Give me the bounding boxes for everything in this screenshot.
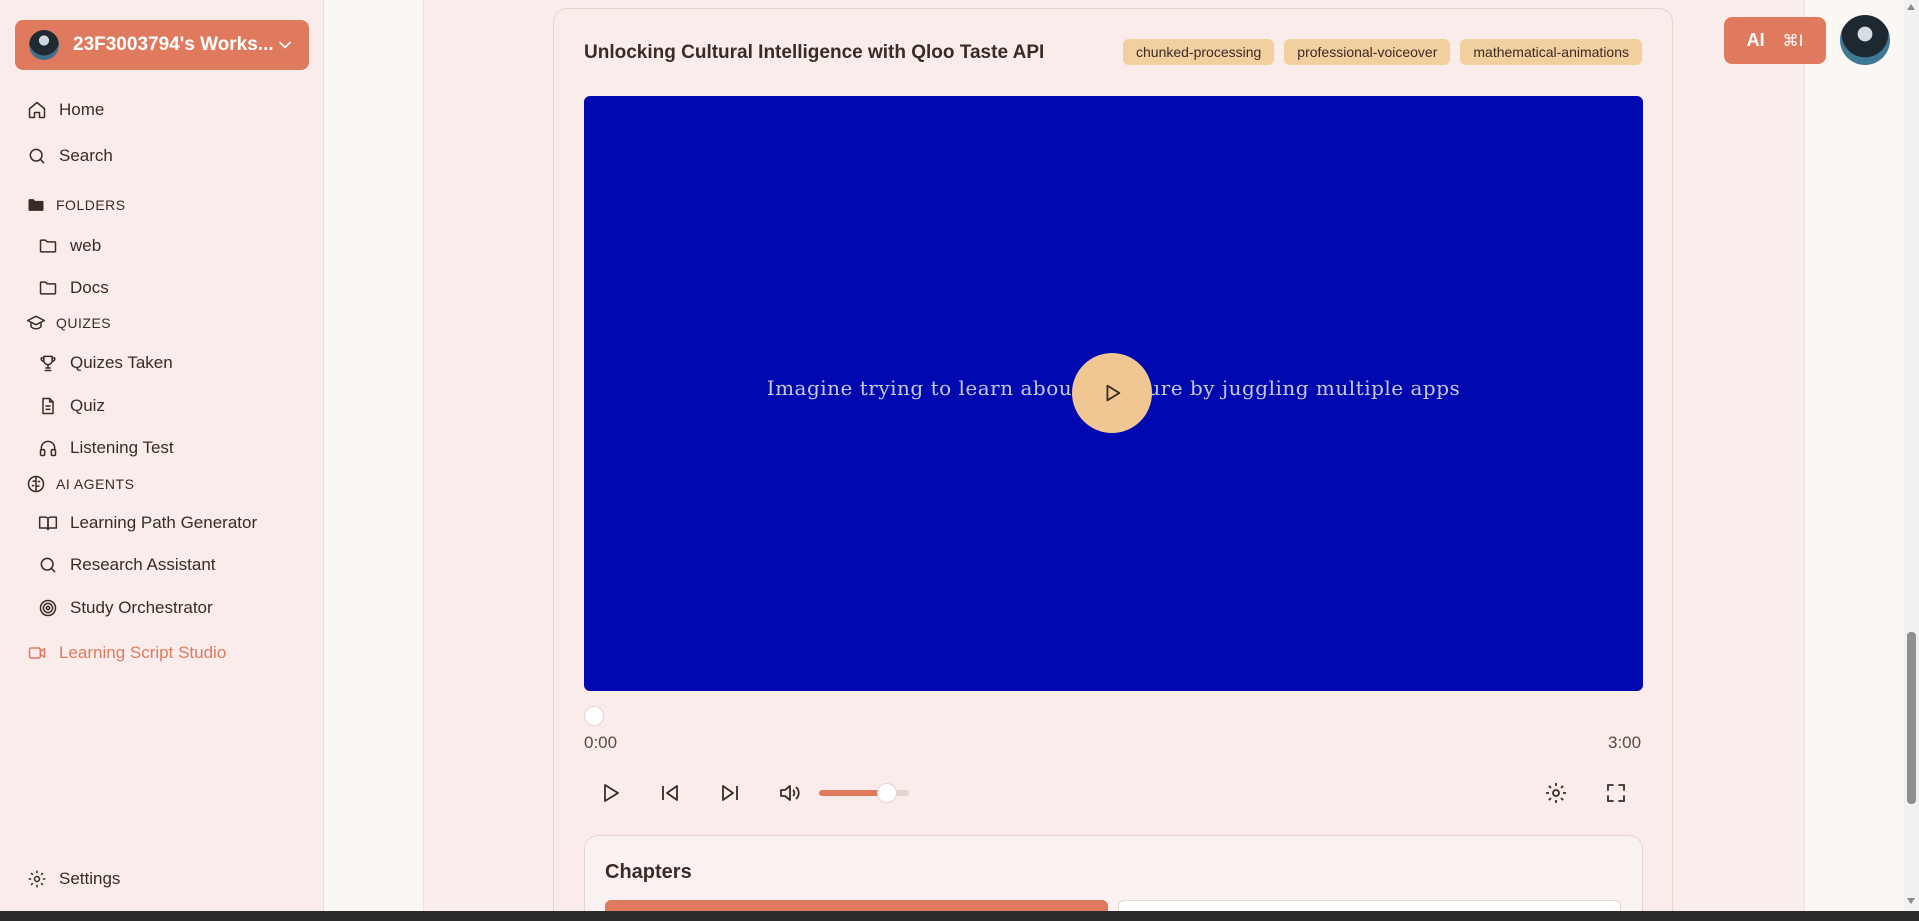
- book-open-icon: [38, 516, 58, 531]
- sidebar-item-label: Home: [59, 100, 105, 119]
- sidebar: 23F3003794's Works... Home Search FOLDER…: [0, 0, 324, 911]
- sidebar-item-listening-test[interactable]: Listening Test: [38, 438, 174, 458]
- folder-icon: [28, 199, 44, 211]
- sidebar-item-folder-docs[interactable]: Docs: [38, 278, 109, 298]
- sidebar-item-quizes-taken[interactable]: Quizes Taken: [38, 353, 173, 373]
- target-icon: [39, 599, 57, 617]
- skip-back-icon[interactable]: [658, 781, 682, 805]
- trophy-icon: [40, 355, 56, 372]
- tag-list: chunked-processing professional-voiceove…: [1123, 39, 1642, 65]
- sidebar-item-settings[interactable]: Settings: [27, 869, 120, 889]
- brain-icon: [27, 475, 45, 493]
- sidebar-item-label: Quiz: [70, 396, 105, 415]
- sidebar-item-label: Listening Test: [70, 438, 174, 457]
- gear-icon[interactable]: [1544, 781, 1568, 805]
- section-label: QUIZES: [56, 315, 112, 331]
- play-overlay-button[interactable]: [1072, 353, 1152, 433]
- sidebar-item-label: Research Assistant: [70, 555, 216, 574]
- left-gutter: [324, 0, 424, 911]
- skip-forward-icon[interactable]: [718, 781, 742, 805]
- workspace-label: 23F3003794's Works...: [73, 34, 274, 55]
- scroll-up-arrow[interactable]: [1907, 4, 1915, 10]
- play-icon[interactable]: [598, 781, 622, 805]
- document-icon: [42, 397, 54, 415]
- ai-assistant-button[interactable]: AI ⌘I: [1724, 17, 1826, 64]
- chevron-down-icon: [279, 41, 291, 49]
- sidebar-item-folder-web[interactable]: web: [38, 236, 101, 256]
- sidebar-item-study-orchestrator[interactable]: Study Orchestrator: [38, 598, 213, 618]
- folder-outline-icon: [39, 281, 57, 295]
- current-time: 0:00: [584, 733, 618, 752]
- video-camera-icon: [28, 647, 46, 659]
- gear-icon: [28, 870, 46, 888]
- tag-badge: professional-voiceover: [1284, 39, 1451, 65]
- sidebar-item-label: Study Orchestrator: [70, 598, 213, 617]
- chapters-title: Chapters: [605, 861, 692, 883]
- video-player[interactable]: Imagine trying to learn about a culture …: [584, 96, 1643, 691]
- tag-badge: chunked-processing: [1123, 39, 1275, 65]
- search-icon: [40, 557, 56, 573]
- taskbar-strip: [0, 911, 1919, 921]
- sidebar-item-label: web: [70, 236, 102, 255]
- video-title: Unlocking Cultural Intelligence with Qlo…: [584, 42, 1045, 63]
- sidebar-item-label: Search: [59, 146, 113, 165]
- section-label: AI AGENTS: [56, 476, 135, 492]
- sidebar-item-learning-script-studio[interactable]: Learning Script Studio: [27, 643, 226, 663]
- workspace-switcher[interactable]: 23F3003794's Works...: [15, 20, 309, 70]
- volume-icon[interactable]: [777, 781, 801, 805]
- scroll-down-arrow[interactable]: [1907, 898, 1915, 904]
- duration-time: 3:00: [1608, 733, 1642, 752]
- folder-outline-icon: [39, 239, 57, 253]
- fullscreen-icon[interactable]: [1604, 781, 1628, 805]
- workspace-avatar: [29, 30, 59, 60]
- chapters-panel: Chapters: [584, 835, 1643, 921]
- progress-slider-thumb[interactable]: [584, 706, 604, 726]
- section-folders-heading: FOLDERS: [26, 195, 126, 215]
- headphones-icon: [39, 440, 57, 457]
- scrollbar-thumb[interactable]: [1907, 632, 1916, 804]
- home-icon: [28, 101, 46, 119]
- sidebar-item-label: Learning Script Studio: [59, 643, 227, 662]
- volume-slider-thumb[interactable]: [876, 783, 897, 803]
- sidebar-item-home[interactable]: Home: [27, 100, 104, 120]
- sidebar-item-research-assistant[interactable]: Research Assistant: [38, 555, 216, 575]
- sidebar-item-label: Docs: [70, 278, 109, 297]
- sidebar-item-label: Quizes Taken: [70, 353, 173, 372]
- page-scrollbar[interactable]: [1904, 0, 1919, 911]
- search-icon: [29, 148, 45, 164]
- sidebar-item-label: Learning Path Generator: [70, 513, 258, 532]
- graduation-cap-icon: [26, 315, 46, 330]
- ai-label: AI: [1746, 30, 1765, 50]
- right-gutter: [1804, 0, 1904, 911]
- ai-shortcut: ⌘I: [1782, 31, 1804, 50]
- sidebar-item-learning-path-generator[interactable]: Learning Path Generator: [38, 513, 257, 533]
- section-quizzes-heading: QUIZES: [26, 313, 111, 333]
- sidebar-item-quiz[interactable]: Quiz: [38, 396, 105, 416]
- volume-slider[interactable]: [819, 783, 909, 803]
- section-ai-agents-heading: AI AGENTS: [26, 474, 134, 494]
- tag-badge: mathematical-animations: [1460, 39, 1642, 65]
- play-icon: [1106, 384, 1121, 402]
- avatar[interactable]: [1840, 15, 1890, 65]
- sidebar-item-label: Settings: [59, 869, 121, 888]
- sidebar-item-search[interactable]: Search: [27, 146, 113, 166]
- section-label: FOLDERS: [56, 197, 126, 213]
